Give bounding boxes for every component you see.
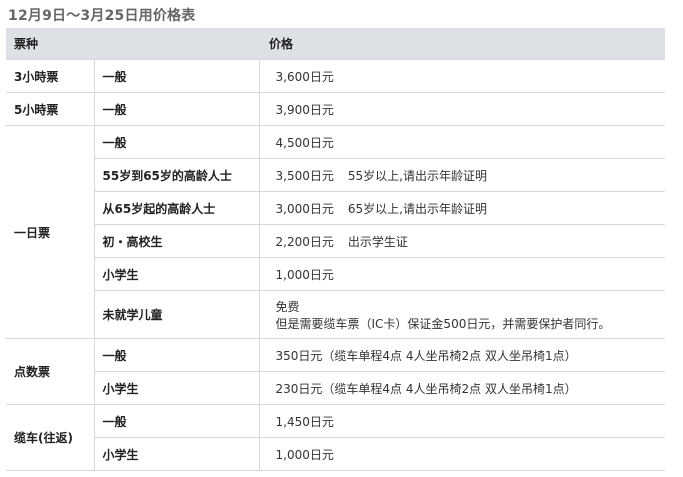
price-cell: 3,500日元 55岁以上,请出示年龄证明 [259, 158, 666, 192]
price-note: 55岁以上,请出示年龄证明 [347, 168, 487, 183]
table-row: 小学生 1,000日元 [6, 437, 666, 471]
price-table: 票种 价格 3小時票 一般 3,600日元 5小時票 一般 3,900日元 一日… [6, 28, 666, 471]
price-cell: 免费 但是需要缆车票（IC卡）保证金500日元，并需要保护者同行。 [259, 290, 666, 339]
price-value: 免费 [275, 299, 300, 314]
table-header-row: 票种 价格 [6, 28, 666, 60]
price-cell: 1,000日元 [259, 437, 666, 471]
subcategory-cell: 一般 [94, 404, 260, 438]
price-cell: 1,450日元 [259, 404, 666, 438]
category-cell: 5小時票 [6, 92, 95, 126]
table-row: 初・高校生 2,200日元 出示学生证 [6, 224, 666, 258]
subcategory-cell: 一般 [94, 59, 260, 93]
table-row: 小学生 230日元（缆车单程4点 4人坐吊椅2点 双人坐吊椅1点） [6, 371, 666, 405]
price-cell: 3,900日元 [259, 92, 666, 126]
category-cell: 缆车(往返) [6, 404, 95, 471]
subcategory-cell: 未就学儿童 [94, 290, 260, 339]
category-cell: 3小時票 [6, 59, 95, 93]
price-cell: 1,000日元 [259, 257, 666, 291]
page-title: 12月9日～3月25日用价格表 [8, 8, 196, 24]
price-note: 出示学生证 [347, 234, 408, 249]
subcategory-cell: 初・高校生 [94, 224, 260, 258]
table-row: 5小時票 一般 3,900日元 [6, 92, 666, 126]
price-cell: 2,200日元 出示学生证 [259, 224, 666, 258]
price-cell: 4,500日元 [259, 125, 666, 159]
subcategory-cell: 从65岁起的高龄人士 [94, 191, 260, 225]
subcategory-cell: 一般 [94, 338, 260, 372]
price-value: 3,500日元 [275, 168, 334, 183]
table-row: 55岁到65岁的高龄人士 3,500日元 55岁以上,请出示年龄证明 [6, 158, 666, 192]
price-cell: 3,600日元 [259, 59, 666, 93]
subcategory-cell: 小学生 [94, 371, 260, 405]
table-row: 未就学儿童 免费 但是需要缆车票（IC卡）保证金500日元，并需要保护者同行。 [6, 290, 666, 339]
table-row: 缆车(往返) 一般 1,450日元 [6, 404, 666, 471]
header-ticket-type: 票种 [6, 28, 260, 60]
table-row: 点数票 一般 350日元（缆车单程4点 4人坐吊椅2点 双人坐吊椅1点） [6, 338, 666, 405]
price-cell: 350日元（缆车单程4点 4人坐吊椅2点 双人坐吊椅1点） [259, 338, 666, 372]
header-price: 价格 [259, 28, 666, 60]
subcategory-cell: 55岁到65岁的高龄人士 [94, 158, 260, 192]
subcategory-cell: 一般 [94, 125, 260, 159]
table-row: 3小時票 一般 3,600日元 [6, 59, 666, 93]
category-cell: 一日票 [6, 125, 95, 339]
subcategory-cell: 一般 [94, 92, 260, 126]
price-value: 3,000日元 [275, 201, 334, 216]
table-row: 小学生 1,000日元 [6, 257, 666, 291]
price-value: 2,200日元 [275, 234, 334, 249]
subcategory-cell: 小学生 [94, 437, 260, 471]
price-note: 65岁以上,请出示年龄证明 [347, 201, 487, 216]
table-row: 一日票 一般 4,500日元 [6, 125, 666, 339]
category-cell: 点数票 [6, 338, 95, 405]
subcategory-cell: 小学生 [94, 257, 260, 291]
price-cell: 230日元（缆车单程4点 4人坐吊椅2点 双人坐吊椅1点） [259, 371, 666, 405]
price-note: 但是需要缆车票（IC卡）保证金500日元，并需要保护者同行。 [275, 316, 611, 331]
table-row: 从65岁起的高龄人士 3,000日元 65岁以上,请出示年龄证明 [6, 191, 666, 225]
price-cell: 3,000日元 65岁以上,请出示年龄证明 [259, 191, 666, 225]
